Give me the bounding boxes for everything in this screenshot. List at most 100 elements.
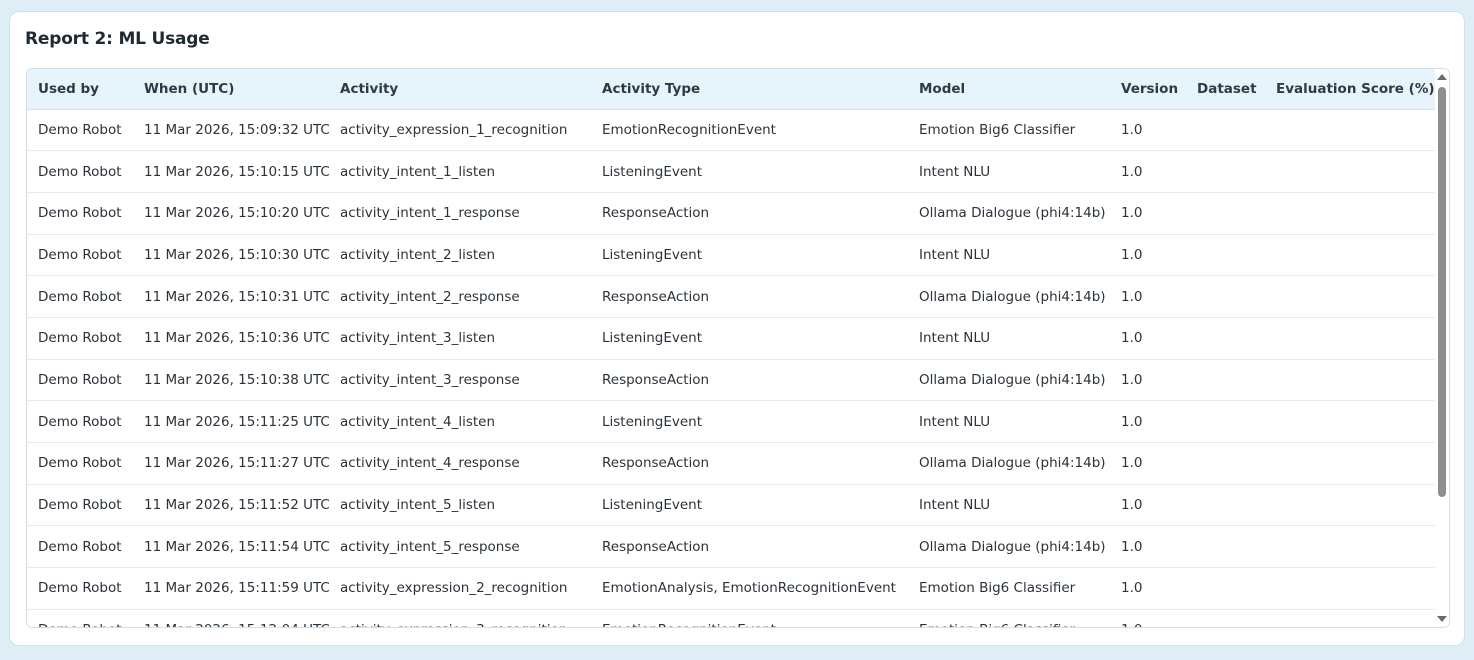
cell-model: Ollama Dialogue (phi4:14b): [908, 359, 1110, 402]
cell-dataset: [1186, 192, 1265, 235]
cell-when: 11 Mar 2026, 15:10:20 UTC: [133, 192, 329, 235]
cell-used-by: Demo Robot: [27, 275, 133, 318]
column-header-model[interactable]: Model: [908, 69, 1110, 110]
cell-version: 1.0: [1110, 192, 1186, 235]
column-header-dataset[interactable]: Dataset: [1186, 69, 1265, 110]
cell-when: 11 Mar 2026, 15:10:30 UTC: [133, 234, 329, 277]
cell-activity: activity_expression_2_recognition: [329, 567, 591, 610]
cell-activity-type: ResponseAction: [591, 442, 908, 485]
column-header-when[interactable]: When (UTC): [133, 69, 329, 110]
cell-model: Ollama Dialogue (phi4:14b): [908, 275, 1110, 318]
column-header-used-by[interactable]: Used by: [27, 69, 133, 110]
cell-when: 11 Mar 2026, 15:11:54 UTC: [133, 525, 329, 569]
cell-version: 1.0: [1110, 275, 1186, 318]
cell-when: 11 Mar 2026, 15:10:15 UTC: [133, 150, 329, 193]
table-row[interactable]: Demo Robot 11 Mar 2026, 15:11:54 UTC activ…: [27, 525, 1435, 569]
cell-activity-type: EmotionRecognitionEvent: [591, 609, 908, 627]
cell-dataset: [1186, 234, 1265, 277]
cell-model: Intent NLU: [908, 150, 1110, 193]
cell-activity-type: ResponseAction: [591, 359, 908, 402]
cell-version: 1.0: [1110, 400, 1186, 443]
cell-activity: activity_intent_1_response: [329, 192, 591, 235]
table-row[interactable]: Demo Robot 11 Mar 2026, 15:11:27 UTC activ…: [27, 442, 1435, 485]
table-body: Demo Robot 11 Mar 2026, 15:09:32 UTC activ…: [27, 109, 1435, 627]
cell-dataset: [1186, 359, 1265, 402]
cell-when: 11 Mar 2026, 15:11:25 UTC: [133, 400, 329, 443]
vertical-scrollbar[interactable]: [1435, 69, 1449, 627]
cell-dataset: [1186, 400, 1265, 443]
table-scroll-area[interactable]: Used by When (UTC) Activity Activity Typ…: [27, 69, 1435, 627]
cell-used-by: Demo Robot: [27, 109, 133, 152]
cell-model: Emotion Big6 Classifier: [908, 109, 1110, 152]
cell-evaluation-score: [1265, 109, 1435, 152]
table-row[interactable]: Demo Robot 11 Mar 2026, 15:11:25 UTC activ…: [27, 400, 1435, 443]
cell-evaluation-score: [1265, 192, 1435, 235]
ml-usage-table-container: Used by When (UTC) Activity Activity Typ…: [26, 68, 1450, 628]
column-header-activity-type[interactable]: Activity Type: [591, 69, 908, 110]
cell-activity: activity_intent_5_listen: [329, 484, 591, 527]
cell-when: 11 Mar 2026, 15:12:04 UTC: [133, 609, 329, 627]
table-row[interactable]: Demo Robot 11 Mar 2026, 15:11:52 UTC activ…: [27, 484, 1435, 527]
table-row[interactable]: Demo Robot 11 Mar 2026, 15:10:31 UTC activ…: [27, 275, 1435, 318]
column-header-version[interactable]: Version: [1110, 69, 1186, 110]
cell-dataset: [1186, 525, 1265, 569]
table-row[interactable]: Demo Robot 11 Mar 2026, 15:10:15 UTC activ…: [27, 150, 1435, 193]
cell-version: 1.0: [1110, 525, 1186, 569]
cell-when: 11 Mar 2026, 15:11:59 UTC: [133, 567, 329, 610]
cell-model: Intent NLU: [908, 400, 1110, 443]
table-row[interactable]: Demo Robot 11 Mar 2026, 15:10:30 UTC activ…: [27, 234, 1435, 277]
cell-used-by: Demo Robot: [27, 192, 133, 235]
cell-version: 1.0: [1110, 317, 1186, 360]
cell-version: 1.0: [1110, 442, 1186, 485]
cell-activity: activity_intent_2_listen: [329, 234, 591, 277]
cell-when: 11 Mar 2026, 15:10:31 UTC: [133, 275, 329, 318]
column-header-evaluation-score[interactable]: Evaluation Score (%): [1265, 69, 1435, 110]
cell-model: Intent NLU: [908, 234, 1110, 277]
cell-version: 1.0: [1110, 609, 1186, 627]
cell-activity: activity_intent_1_listen: [329, 150, 591, 193]
cell-evaluation-score: [1265, 525, 1435, 569]
cell-model: Emotion Big6 Classifier: [908, 609, 1110, 627]
cell-evaluation-score: [1265, 150, 1435, 193]
cell-model: Ollama Dialogue (phi4:14b): [908, 192, 1110, 235]
cell-used-by: Demo Robot: [27, 400, 133, 443]
table-row[interactable]: Demo Robot 11 Mar 2026, 15:11:59 UTC activ…: [27, 567, 1435, 610]
scrollbar-thumb[interactable]: [1438, 87, 1446, 497]
table-row[interactable]: Demo Robot 11 Mar 2026, 15:09:32 UTC activ…: [27, 109, 1435, 152]
scroll-down-arrow-icon[interactable]: [1437, 616, 1447, 622]
scroll-up-arrow-icon[interactable]: [1437, 74, 1447, 80]
cell-evaluation-score: [1265, 567, 1435, 610]
cell-version: 1.0: [1110, 484, 1186, 527]
cell-when: 11 Mar 2026, 15:10:38 UTC: [133, 359, 329, 402]
cell-evaluation-score: [1265, 442, 1435, 485]
cell-activity: activity_intent_5_response: [329, 525, 591, 569]
cell-activity-type: ResponseAction: [591, 192, 908, 235]
cell-model: Ollama Dialogue (phi4:14b): [908, 442, 1110, 485]
table-row[interactable]: Demo Robot11 Mar 2026, 15:12:04 UTCactiv…: [27, 609, 1435, 627]
cell-activity: activity_intent_4_listen: [329, 400, 591, 443]
cell-when: 11 Mar 2026, 15:10:36 UTC: [133, 317, 329, 360]
table-row[interactable]: Demo Robot 11 Mar 2026, 15:10:20 UTC activ…: [27, 192, 1435, 235]
cell-dataset: [1186, 109, 1265, 152]
cell-activity: activity_intent_4_response: [329, 442, 591, 485]
cell-activity: activity_intent_3_listen: [329, 317, 591, 360]
cell-activity-type: ResponseAction: [591, 525, 908, 569]
ml-usage-table: Used by When (UTC) Activity Activity Typ…: [27, 69, 1435, 627]
cell-used-by: Demo Robot: [27, 442, 133, 485]
cell-activity-type: EmotionAnalysis, EmotionRecognitionEvent: [591, 567, 908, 610]
cell-version: 1.0: [1110, 109, 1186, 152]
cell-used-by: Demo Robot: [27, 359, 133, 402]
table-row[interactable]: Demo Robot 11 Mar 2026, 15:10:38 UTC activ…: [27, 359, 1435, 402]
cell-activity-type: ListeningEvent: [591, 317, 908, 360]
cell-used-by: Demo Robot: [27, 234, 133, 277]
cell-activity-type: ResponseAction: [591, 275, 908, 318]
report-title: Report 2: ML Usage: [25, 29, 210, 49]
cell-version: 1.0: [1110, 234, 1186, 277]
cell-used-by: Demo Robot: [27, 317, 133, 360]
cell-evaluation-score: [1265, 359, 1435, 402]
cell-version: 1.0: [1110, 150, 1186, 193]
column-header-activity[interactable]: Activity: [329, 69, 591, 110]
cell-evaluation-score: [1265, 609, 1435, 627]
cell-evaluation-score: [1265, 234, 1435, 277]
table-row[interactable]: Demo Robot 11 Mar 2026, 15:10:36 UTC activ…: [27, 317, 1435, 360]
